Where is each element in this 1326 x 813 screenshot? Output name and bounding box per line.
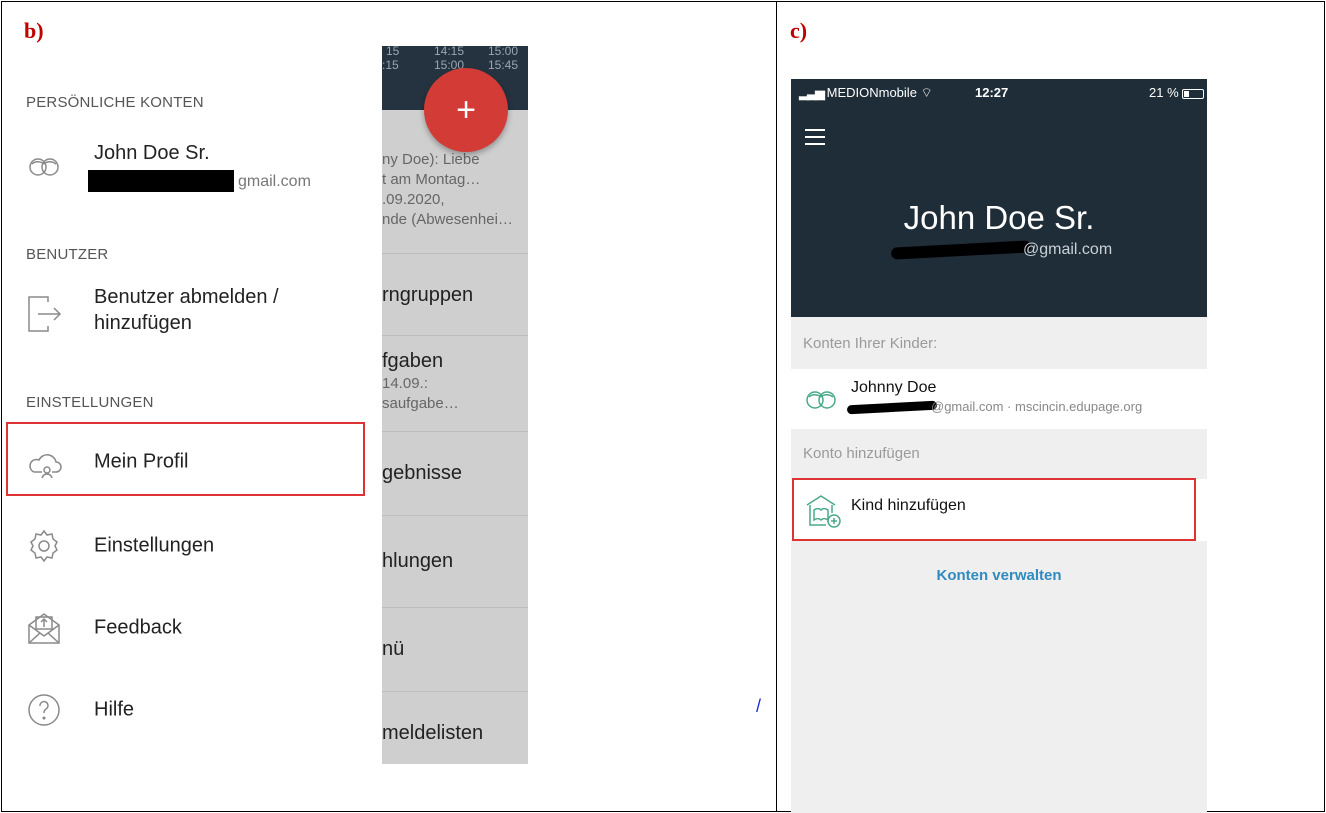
time-label: 15 (386, 46, 400, 58)
list-item-title: rngruppen (382, 284, 474, 306)
list-item[interactable]: rngruppen (382, 254, 528, 336)
list-item-title: hlungen (382, 550, 454, 572)
child-account-item[interactable]: Johnny Doe @gmail.com · mscincin.edupage… (791, 369, 1207, 429)
panel-label-b: b) (24, 18, 44, 43)
message-preview-line: ny Doe): Liebe (382, 151, 480, 168)
battery-icon (1182, 88, 1205, 99)
time-label: :15 (382, 58, 399, 72)
logout-icon (26, 294, 62, 332)
section-children-accounts: Konten Ihrer Kinder: (803, 335, 938, 352)
panel-label-c: c) (790, 18, 808, 43)
help-icon (26, 692, 62, 728)
list-item-title: fgaben (382, 350, 444, 372)
list-item[interactable]: meldelisten (382, 692, 528, 764)
redaction-bar (846, 400, 938, 415)
list-item-subtitle: saufgabe… (382, 395, 459, 412)
status-battery: 21 % (1149, 85, 1205, 100)
logout-add-user-item[interactable]: Benutzer abmelden / hinzufügen (6, 280, 382, 348)
list-item[interactable]: fgaben 14.09.: saufgabe… (382, 336, 528, 432)
list-item[interactable]: hlungen (382, 516, 528, 608)
manage-accounts-link[interactable]: Konten verwalten (791, 567, 1207, 584)
battery-label: 21 % (1149, 85, 1179, 100)
section-user: BENUTZER (26, 246, 109, 263)
help-label: Hilfe (94, 698, 135, 721)
list-item-subtitle: 14.09.: (382, 375, 428, 392)
ios-profile-screen: ▂▃▅ MEDIONmobile ⌔ 12:27 21 % John Doe S… (791, 79, 1207, 813)
menu-icon[interactable] (805, 129, 827, 145)
time-label: 15:45 (488, 58, 519, 72)
list-item[interactable]: gebnisse (382, 432, 528, 516)
child-account-meta: @gmail.com · mscincin.edupage.org (931, 399, 1143, 414)
background-app-content: 15 14:15 15:00 :15 15:00 15:45 ny Doe): … (382, 46, 528, 764)
list-item-title: gebnisse (382, 462, 463, 484)
redaction-bar (890, 240, 1032, 260)
wifi-icon: ⌔ (920, 85, 933, 100)
logout-label-line1: Benutzer abmelden / (94, 286, 279, 308)
carrier-label: MEDIONmobile (826, 85, 917, 100)
message-preview-line: .09.2020, (382, 191, 445, 208)
child-avatar-icon (803, 383, 839, 420)
account-name: John Doe Sr. (94, 142, 210, 164)
gear-icon (26, 528, 62, 564)
list-item[interactable]: nü (382, 608, 528, 692)
navigation-drawer: PERSÖNLICHE KONTEN John Doe Sr. gmail.co… (6, 48, 382, 768)
status-time: 12:27 (975, 85, 1009, 100)
parent-avatar-icon (26, 150, 62, 186)
account-email: gmail.com (88, 170, 328, 192)
account-email-text: gmail.com (238, 173, 311, 190)
settings-label: Einstellungen (94, 534, 215, 557)
highlight-box-add-child (792, 478, 1196, 541)
profile-header: ▂▃▅ MEDIONmobile ⌔ 12:27 21 % John Doe S… (791, 79, 1207, 317)
redaction-bar (88, 170, 234, 192)
feedback-item[interactable]: Feedback (6, 598, 382, 658)
feedback-envelope-icon (26, 610, 62, 646)
profile-name: John Doe Sr. (903, 199, 1095, 236)
panel-divider (776, 1, 777, 812)
signal-icon: ▂▃▅ (799, 85, 825, 100)
list-item-title: nü (382, 638, 405, 660)
child-name: Johnny Doe (851, 379, 937, 396)
time-label: 14:15 (434, 46, 465, 58)
highlight-box-profile (6, 422, 365, 496)
logout-label-line2: hinzufügen (94, 312, 192, 334)
help-item[interactable]: Hilfe (6, 680, 382, 740)
list-item-title: meldelisten (382, 722, 484, 744)
section-settings: EINSTELLUNGEN (26, 394, 154, 411)
feedback-label: Feedback (94, 616, 182, 639)
stray-mark: / (756, 696, 762, 716)
add-fab-button[interactable]: + (424, 68, 508, 152)
message-preview-line: t am Montag… (382, 171, 481, 188)
section-add-account: Konto hinzufügen (803, 445, 920, 462)
status-carrier: ▂▃▅ MEDIONmobile ⌔ (799, 85, 933, 101)
section-personal-accounts: PERSÖNLICHE KONTEN (26, 94, 204, 111)
profile-email: @gmail.com (1023, 241, 1113, 258)
settings-item[interactable]: Einstellungen (6, 516, 382, 576)
time-label: 15:00 (488, 46, 519, 58)
message-preview-line: nde (Abwesenhei… (382, 211, 513, 228)
